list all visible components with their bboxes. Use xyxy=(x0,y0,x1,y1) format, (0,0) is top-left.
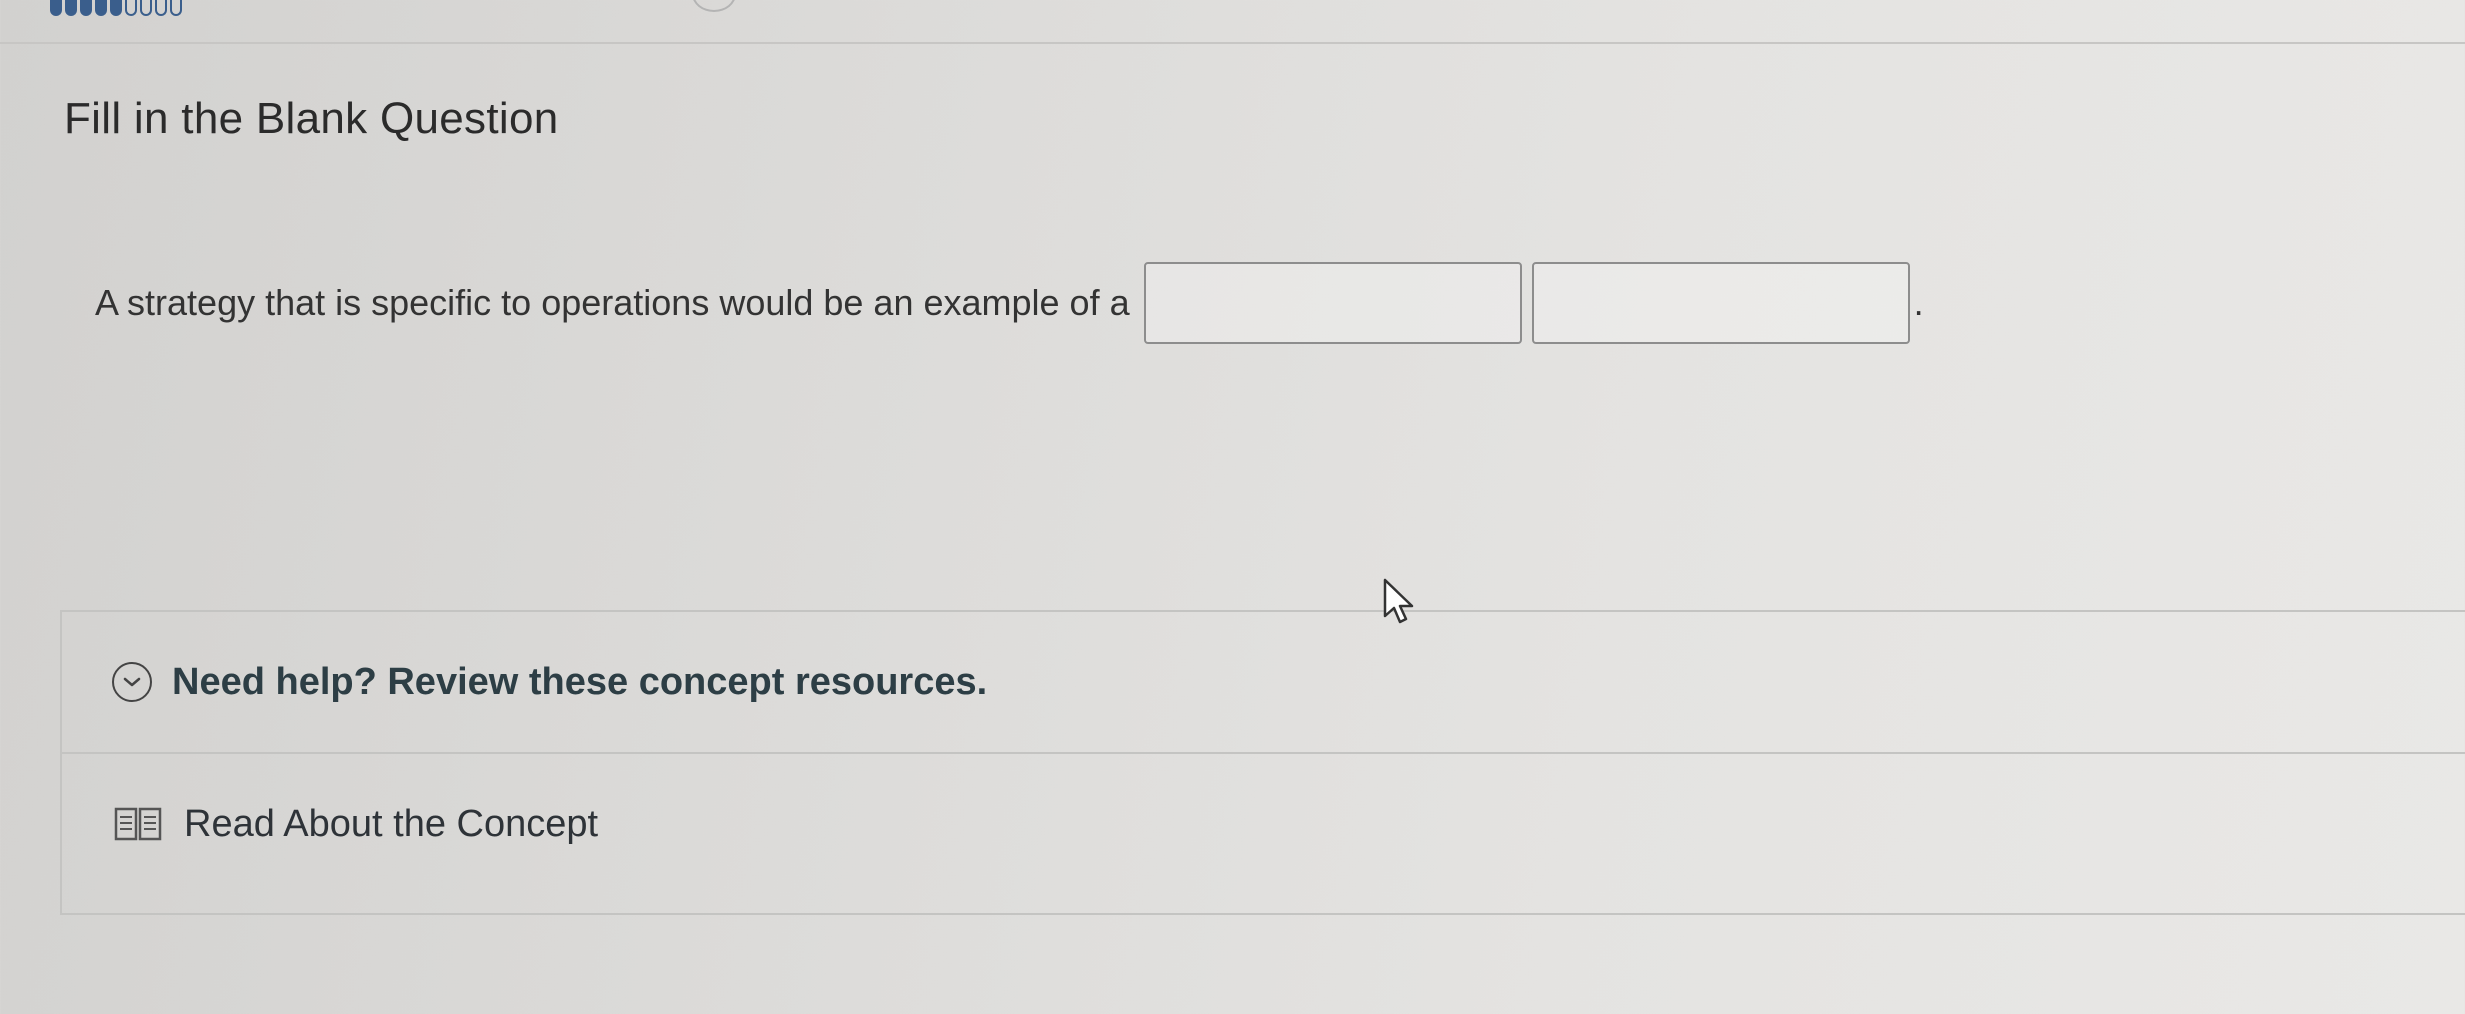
blank-input-1[interactable] xyxy=(1143,262,1522,344)
concept-resources-toggle[interactable]: Need help? Review these concept resource… xyxy=(62,612,2465,754)
top-toolbar-circle-icon[interactable] xyxy=(692,0,736,12)
progress-segment xyxy=(140,0,152,16)
concept-resources-label: Need help? Review these concept resource… xyxy=(172,660,988,703)
progress-segment xyxy=(80,0,92,16)
concept-resources-panel: Need help? Review these concept resource… xyxy=(60,610,2465,915)
mouse-pointer-icon xyxy=(1383,578,1417,631)
read-about-concept-link[interactable]: Read About the Concept xyxy=(62,754,2465,894)
question-prompt: A strategy that is specific to operation… xyxy=(95,282,1130,323)
book-icon xyxy=(114,806,162,842)
progress-segment xyxy=(95,0,107,16)
read-about-concept-label: Read About the Concept xyxy=(184,802,599,845)
progress-segment xyxy=(50,0,62,16)
chevron-down-circle-icon xyxy=(112,662,152,702)
progress-segment xyxy=(170,0,182,16)
progress-segment xyxy=(110,0,122,16)
progress-indicator xyxy=(50,0,182,16)
blank-input-2[interactable] xyxy=(1531,262,1910,344)
progress-segment xyxy=(125,0,137,16)
question-title: Fill in the Blank Question xyxy=(64,94,559,143)
header-divider xyxy=(0,42,2465,44)
question-row: A strategy that is specific to operation… xyxy=(95,262,1924,344)
progress-segment xyxy=(155,0,167,16)
trailing-period: . xyxy=(1913,282,1924,323)
progress-segment xyxy=(65,0,77,16)
